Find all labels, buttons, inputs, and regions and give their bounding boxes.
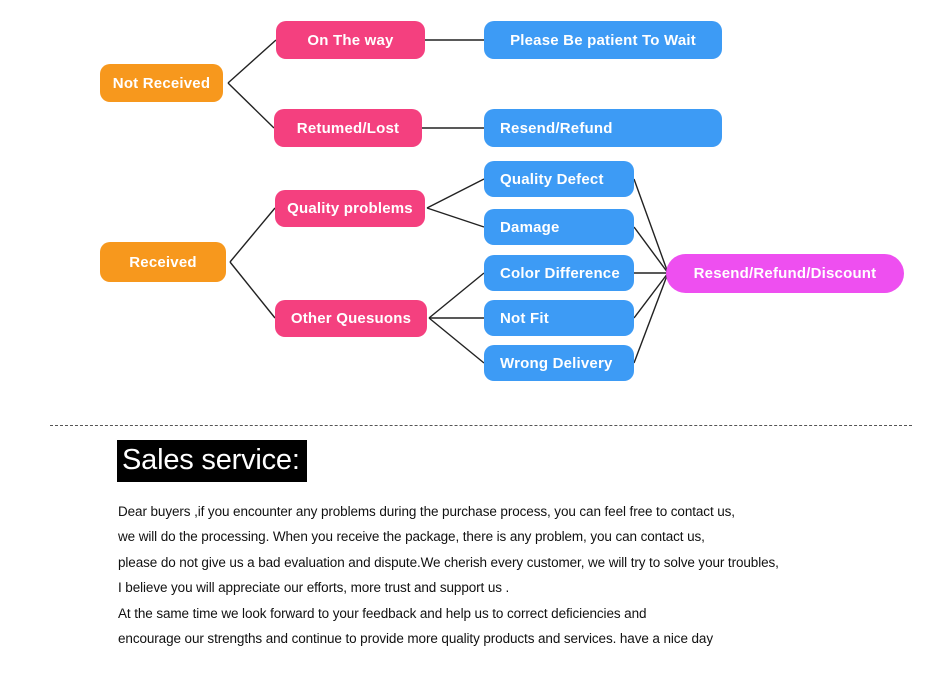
connector-received-to-other-questions (229, 261, 276, 319)
sales-service-line: At the same time we look forward to your… (118, 605, 647, 621)
flow-node-damage: Damage (484, 209, 634, 245)
sales-service-line: I believe you will appreciate our effort… (118, 580, 510, 596)
sales-service-line: encourage our strengths and continue to … (118, 631, 713, 647)
connector-wrong-delivery-to-resend-refund-discount (633, 272, 669, 364)
connector-not-fit-to-resend-refund-discount (633, 272, 669, 319)
flow-node-on-the-way: On The way (276, 21, 425, 59)
flow-node-quality-problems: Quality problems (275, 190, 425, 227)
connector-quality-defect-to-resend-refund-discount (633, 178, 669, 274)
sales-service-heading: Sales service: (117, 440, 307, 482)
flow-node-not-fit: Not Fit (484, 300, 634, 336)
connector-damage-to-resend-refund-discount (633, 226, 669, 274)
sales-service-body: Dear buyers ,if you encounter any proble… (118, 499, 918, 651)
connector-quality-problems-to-damage (426, 207, 485, 228)
connector-other-questions-to-color-difference (428, 272, 485, 319)
sales-service-line: Dear buyers ,if you encounter any proble… (118, 504, 735, 519)
flowchart-connector-lines (227, 39, 669, 364)
connector-other-questions-to-wrong-delivery (428, 317, 485, 364)
connector-not-received-to-returned-lost (227, 82, 275, 129)
flow-node-received: Received (100, 242, 226, 282)
connector-not-received-to-on-the-way (227, 39, 277, 84)
flow-node-resend-refund: Resend/Refund (484, 109, 722, 147)
flow-node-wrong-delivery: Wrong Delivery (484, 345, 634, 381)
sales-service-line: we will do the processing. When you rece… (118, 529, 705, 545)
flow-node-resend-refund-discount: Resend/Refund/Discount (666, 254, 904, 293)
connector-quality-problems-to-quality-defect (426, 178, 485, 209)
flow-node-color-difference: Color Difference (484, 255, 634, 291)
sales-service-line: please do not give us a bad evaluation a… (118, 554, 779, 570)
flow-node-please-be-patient: Please Be patient To Wait (484, 21, 722, 59)
flow-node-quality-defect: Quality Defect (484, 161, 634, 197)
order-issue-flowchart: Not Received On The way Retumed/Lost Please… (0, 0, 950, 410)
flow-node-other-questions: Other Quesuons (275, 300, 427, 337)
flow-node-not-received: Not Received (100, 64, 223, 102)
section-divider (50, 425, 912, 426)
flow-node-returned-lost: Retumed/Lost (274, 109, 422, 147)
connector-received-to-quality-problems (229, 207, 276, 263)
